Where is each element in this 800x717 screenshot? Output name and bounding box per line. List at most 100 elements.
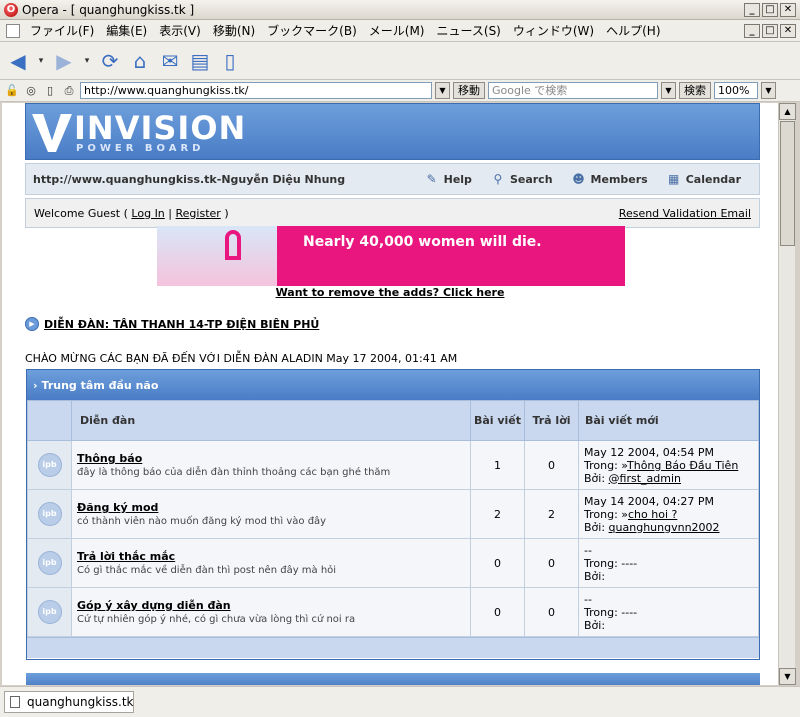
category-title: Trung tâm đầu não [41, 378, 159, 392]
scroll-thumb[interactable] [780, 121, 795, 246]
user-bar: Welcome Guest ( Log In | Register ) Rese… [25, 198, 760, 228]
doc-close-button[interactable]: ✕ [780, 24, 796, 38]
menu-view[interactable]: 表示(V) [153, 22, 207, 39]
doc-minimize-button[interactable]: _ [744, 24, 760, 38]
forward-dropdown-icon[interactable]: ▾ [82, 49, 92, 73]
go-button[interactable]: 移動 [453, 82, 485, 99]
scroll-up-icon[interactable]: ▲ [779, 103, 796, 120]
menu-help[interactable]: ヘルプ(H) [600, 22, 666, 39]
last-author-link[interactable]: @first_admin [609, 472, 681, 485]
bookmarks-icon[interactable]: ✉ [158, 49, 182, 73]
zoom-select[interactable]: 100% [714, 82, 758, 99]
nav-help-label: Help [443, 172, 472, 186]
home-icon[interactable]: ⌂ [128, 49, 152, 73]
category-header[interactable]: › Trung tâm đầu não [27, 370, 759, 400]
print-icon[interactable]: ▤ [188, 49, 212, 73]
breadcrumb: ▶ DIỄN ĐÀN: TÂN THANH 14-TP ĐIỆN BIÊN PH… [25, 317, 319, 331]
board-home-link[interactable]: DIỄN ĐÀN: TÂN THANH 14-TP ĐIỆN BIÊN PHỦ [44, 318, 319, 331]
close-button[interactable]: ✕ [780, 3, 796, 17]
register-link[interactable]: Register [176, 207, 221, 220]
search-input[interactable]: Google で検索 [488, 82, 658, 99]
reload-icon[interactable]: ⟳ [98, 49, 122, 73]
security-icon[interactable]: 🔓 [4, 83, 20, 99]
minimize-button[interactable]: _ [744, 3, 760, 17]
last-date: May 12 2004, 04:54 PM [584, 445, 715, 459]
doc-restore-button[interactable]: □ [762, 24, 778, 38]
address-dropdown-icon[interactable]: ▼ [435, 82, 450, 99]
welcome-guest-text: Welcome Guest ( [34, 206, 128, 220]
nav-members[interactable]: ☻ Members [571, 172, 647, 186]
login-link[interactable]: Log In [131, 207, 164, 220]
maximize-button[interactable]: □ [762, 3, 778, 17]
post-count: 2 [470, 489, 525, 539]
menu-bookmarks[interactable]: ブックマーク(B) [261, 22, 363, 39]
address-toolbar: 🔓 ◎ ▯ ⎙ http://www.quanghungkiss.tk/ ▼ 移… [0, 80, 800, 102]
ipb-icon: ipb [37, 453, 62, 477]
last-by-label: Bởi: [584, 471, 606, 485]
category-footer [27, 637, 759, 658]
nav-calendar[interactable]: ▦ Calendar [666, 172, 741, 186]
remove-ads-link[interactable]: Want to remove the adds? Click here [2, 286, 778, 299]
address-input[interactable]: http://www.quanghungkiss.tk/ [80, 82, 432, 99]
back-dropdown-icon[interactable]: ▾ [36, 49, 46, 73]
ipb-icon: ipb [37, 551, 62, 575]
nav-bullet-icon: ▶ [25, 317, 39, 331]
resend-validation-link[interactable]: Resend Validation Email [619, 207, 751, 220]
wand-icon[interactable]: ◎ [23, 83, 39, 99]
back-icon[interactable]: ◀ [6, 49, 30, 73]
nav-help[interactable]: ✎ Help [424, 172, 472, 186]
separator: | [168, 206, 173, 220]
scroll-down-icon[interactable]: ▼ [779, 668, 796, 685]
members-icon: ☻ [572, 172, 585, 186]
window-title: Opera - [ quanghungkiss.tk ] [22, 2, 195, 17]
search-dropdown-icon[interactable]: ▼ [661, 82, 676, 99]
last-topic-link[interactable]: cho hoi ? [628, 508, 677, 521]
menu-edit[interactable]: 編集(E) [100, 22, 153, 39]
forum-title[interactable]: Trả lời thắc mắc [77, 550, 470, 563]
nav-search-label: Search [509, 172, 553, 186]
vertical-scrollbar[interactable]: ▲ ▼ [778, 103, 796, 685]
header-replies: Trả lời [524, 400, 579, 441]
category-table: › Trung tâm đầu não Diễn đàn Bài viết Tr… [26, 369, 760, 660]
forum-title[interactable]: Đăng ký mod [77, 501, 470, 514]
reply-count: 0 [524, 587, 579, 637]
invision-logo-icon [32, 114, 72, 152]
category-arrow-icon: › [33, 378, 38, 392]
ad-banner[interactable]: Nearly 40,000 women will die. [157, 226, 625, 286]
forum-title[interactable]: Góp ý xây dựng diễn đàn [77, 599, 470, 612]
ipb-icon: ipb [37, 502, 62, 526]
zoom-dropdown-icon[interactable]: ▼ [761, 82, 776, 99]
search-button[interactable]: 検索 [679, 82, 711, 99]
forward-icon[interactable]: ▶ [52, 49, 76, 73]
menu-mail[interactable]: メール(M) [363, 22, 431, 39]
reply-count: 2 [524, 489, 579, 539]
last-in-label: Trong: ---- [584, 556, 638, 570]
last-by-label: Bởi: [584, 569, 606, 583]
navigation-toolbar: ◀ ▾ ▶ ▾ ⟳ ⌂ ✉ ▤ ▯ [0, 42, 800, 80]
calendar-icon: ▦ [668, 172, 680, 186]
site-label: http://www.quanghungkiss.tk-Nguyễn Diệu … [33, 172, 346, 186]
next-category-header [26, 673, 760, 685]
forum-desc: đây là thông báo của diễn đàn thỉnh thoả… [77, 467, 391, 478]
page-icon [6, 23, 20, 38]
reply-count: 0 [524, 538, 579, 588]
forum-title[interactable]: Thông báo [77, 452, 470, 465]
last-in-label: Trong: » [584, 458, 627, 472]
nav-search[interactable]: ⚲ Search [490, 172, 553, 186]
last-topic-link[interactable]: Thông Báo Đầu Tiên [627, 459, 738, 472]
ad-text: Nearly 40,000 women will die. [303, 234, 542, 250]
menu-file[interactable]: ファイル(F) [24, 22, 100, 39]
opera-icon: O [4, 2, 18, 17]
last-author-link[interactable]: quanghungvnn2002 [609, 521, 720, 534]
menu-news[interactable]: ニュース(S) [430, 22, 506, 39]
menu-window[interactable]: ウィンドウ(W) [507, 22, 600, 39]
print-preview-icon[interactable]: ⎙ [61, 83, 77, 99]
page-info-icon[interactable]: ▯ [42, 83, 58, 99]
close-paren: ) [224, 206, 229, 220]
last-date: -- [584, 592, 592, 606]
last-by-label: Bởi: [584, 618, 606, 632]
menu-navigate[interactable]: 移動(N) [207, 22, 261, 39]
last-in-label: Trong: » [584, 507, 628, 521]
new-page-icon[interactable]: ▯ [218, 49, 242, 73]
page-tab[interactable]: quanghungkiss.tk [4, 691, 134, 713]
